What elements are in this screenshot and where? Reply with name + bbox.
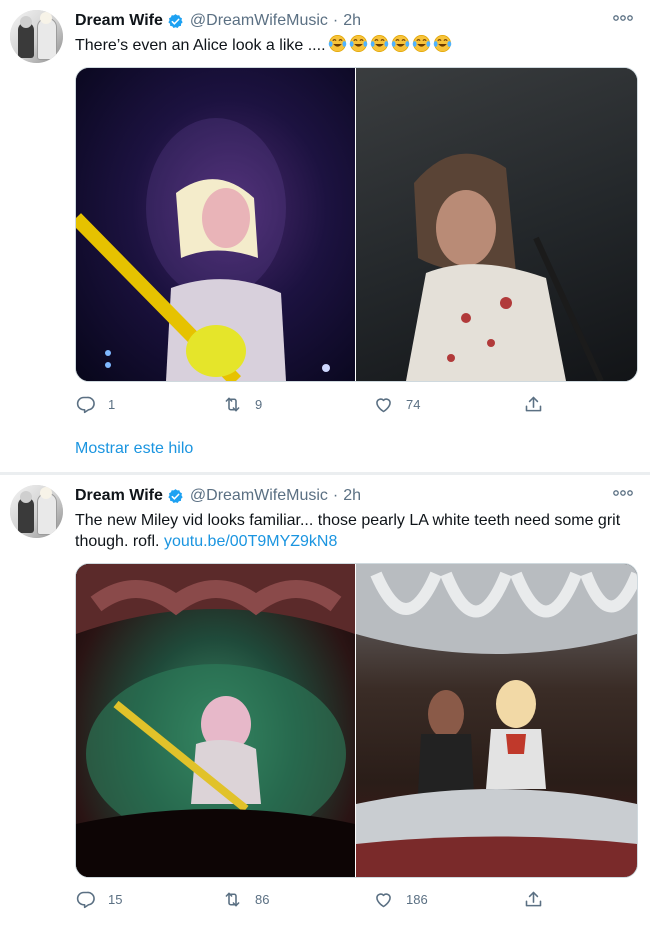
photo-video-still[interactable] (356, 68, 637, 381)
more-options-icon[interactable] (613, 488, 633, 498)
reply-count: 1 (108, 397, 116, 412)
avatar[interactable] (10, 485, 63, 538)
meta-separator: · (332, 487, 339, 504)
share-button[interactable] (523, 889, 556, 910)
like-count: 74 (406, 397, 421, 412)
share-button[interactable] (523, 394, 556, 415)
retweet-button[interactable]: 86 (222, 889, 269, 910)
tears-of-joy-emoji-icon (391, 35, 409, 52)
photo-concert-guitarist[interactable] (76, 68, 355, 381)
tweet-body: The new Miley vid looks familiar... thos… (75, 512, 621, 550)
tweet-header: Dream Wife @DreamWifeMusic · 2h (75, 486, 361, 506)
reply-count: 15 (108, 892, 123, 907)
tweet-header: Dream Wife @DreamWifeMusic · 2h (75, 11, 361, 31)
retweet-button[interactable]: 9 (222, 394, 262, 415)
share-icon (525, 891, 542, 907)
tweet-body: There’s even an Alice look a like .... (75, 37, 326, 54)
tweet-actions: 1 9 74 (75, 394, 635, 418)
like-count: 186 (406, 892, 428, 907)
media-grid[interactable] (75, 67, 638, 382)
tears-of-joy-emoji-icon (412, 35, 430, 52)
reply-icon (76, 396, 95, 414)
photo-video-still-image (406, 153, 604, 381)
like-button[interactable]: 186 (373, 889, 428, 910)
tweet-text: There’s even an Alice look a like .... (75, 34, 635, 56)
retweet-icon (225, 892, 240, 907)
photo-miley-video[interactable] (356, 564, 637, 877)
tweet-actions: 15 86 186 (75, 889, 635, 913)
photo-concert-mouth[interactable] (76, 564, 355, 877)
tweet-1[interactable]: Dream Wife @DreamWifeMusic · 2h There’s … (0, 0, 650, 472)
avatar[interactable] (10, 10, 63, 63)
author-name[interactable]: Dream Wife (75, 487, 163, 505)
meta-separator: · (332, 12, 339, 29)
author-name[interactable]: Dream Wife (75, 12, 163, 30)
reply-button[interactable]: 1 (75, 394, 115, 415)
photo-miley-video-image (356, 564, 637, 877)
tweet-2[interactable]: Dream Wife @DreamWifeMusic · 2h The new … (0, 475, 650, 926)
verified-badge-icon (168, 488, 183, 503)
heart-icon (376, 398, 391, 413)
retweet-count: 9 (255, 397, 263, 412)
photo-concert-mouth-image (76, 564, 355, 877)
verified-badge-icon (168, 13, 183, 28)
like-button[interactable]: 74 (373, 394, 420, 415)
reply-icon (76, 891, 95, 909)
retweet-icon (225, 397, 240, 412)
timestamp[interactable]: 2h (343, 487, 361, 505)
tears-of-joy-emoji-icon (370, 35, 388, 52)
share-icon (525, 396, 542, 412)
reply-button[interactable]: 15 (75, 889, 122, 910)
heart-icon (376, 893, 391, 908)
retweet-count: 86 (255, 892, 270, 907)
tweet-link[interactable]: youtu.be/00T9MYZ9kN8 (164, 533, 337, 550)
tears-of-joy-emoji-icon (433, 35, 451, 52)
media-grid[interactable] (75, 563, 638, 878)
show-thread-link[interactable]: Mostrar este hilo (75, 440, 193, 458)
author-handle[interactable]: @DreamWifeMusic (190, 487, 328, 505)
tears-of-joy-emoji-icon (349, 35, 367, 52)
author-handle[interactable]: @DreamWifeMusic (190, 12, 328, 30)
tears-of-joy-emoji-icon (328, 35, 346, 52)
photo-concert-guitarist-image (76, 118, 330, 381)
more-options-icon[interactable] (613, 13, 633, 23)
timestamp[interactable]: 2h (343, 12, 361, 30)
tweet-text: The new Miley vid looks familiar... thos… (75, 510, 635, 552)
